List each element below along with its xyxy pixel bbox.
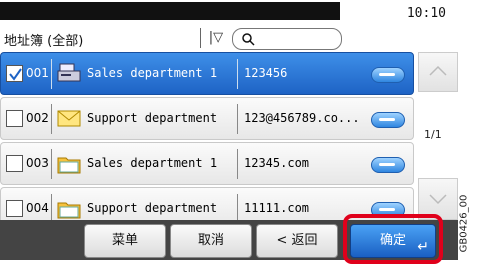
list-item[interactable]: 003 Sales department 1 12345.com xyxy=(0,142,414,185)
fax-icon xyxy=(56,62,82,86)
list-item[interactable]: 001 Sales department 1 123456 xyxy=(0,52,414,95)
divider xyxy=(51,59,52,89)
status-bar xyxy=(0,2,340,20)
divider xyxy=(51,149,52,179)
detail-button[interactable] xyxy=(371,112,405,128)
checkbox[interactable] xyxy=(6,155,23,172)
checkbox[interactable] xyxy=(6,65,23,82)
entry-number: 001 xyxy=(26,66,49,80)
email-icon xyxy=(56,107,82,131)
checkmark-icon xyxy=(9,68,22,81)
divider xyxy=(237,59,238,89)
entry-address: 123456 xyxy=(244,66,288,80)
entry-name: Sales department 1 xyxy=(87,156,218,170)
folder-icon xyxy=(56,197,82,221)
folder-icon xyxy=(56,152,82,176)
page-indicator: 1/1 xyxy=(424,128,442,141)
list-item[interactable]: 002 Support department 123@456789.co... xyxy=(0,97,414,140)
divider xyxy=(237,104,238,134)
entry-number: 002 xyxy=(26,111,49,125)
chevron-down-icon xyxy=(429,194,447,205)
entry-address: 123@456789.co... xyxy=(244,111,360,125)
chevron-up-icon xyxy=(429,65,447,76)
sort-dropdown-icon[interactable]: |▽ xyxy=(204,28,228,48)
cancel-button[interactable]: 取消 xyxy=(170,224,252,258)
entry-name: Support department xyxy=(87,201,218,215)
checkbox[interactable] xyxy=(6,110,23,127)
entry-number: 003 xyxy=(26,156,49,170)
entry-name: Support department xyxy=(87,111,218,125)
detail-button[interactable] xyxy=(371,67,405,83)
page-title: 地址簿 (全部) xyxy=(4,34,84,49)
search-input[interactable] xyxy=(232,28,342,50)
entry-name: Sales department 1 xyxy=(87,66,218,80)
clock: 10:10 xyxy=(406,6,446,21)
divider xyxy=(237,149,238,179)
highlight-callout xyxy=(343,214,443,264)
detail-button[interactable] xyxy=(371,157,405,173)
scroll-up-button[interactable] xyxy=(418,52,458,92)
figure-code: GB0426_00 xyxy=(458,194,470,253)
header: 地址簿 (全部) |▽ xyxy=(0,26,458,50)
search-icon xyxy=(242,33,255,46)
address-list: 001 Sales department 1 123456 002 Suppor… xyxy=(0,52,414,232)
entry-address: 12345.com xyxy=(244,156,310,170)
entry-address: 11111.com xyxy=(244,201,310,215)
checkbox[interactable] xyxy=(6,200,23,217)
menu-button[interactable]: 菜单 xyxy=(84,224,166,258)
back-button[interactable]: < 返回 xyxy=(256,224,338,258)
divider xyxy=(200,28,201,48)
entry-number: 004 xyxy=(26,201,49,215)
divider xyxy=(51,104,52,134)
